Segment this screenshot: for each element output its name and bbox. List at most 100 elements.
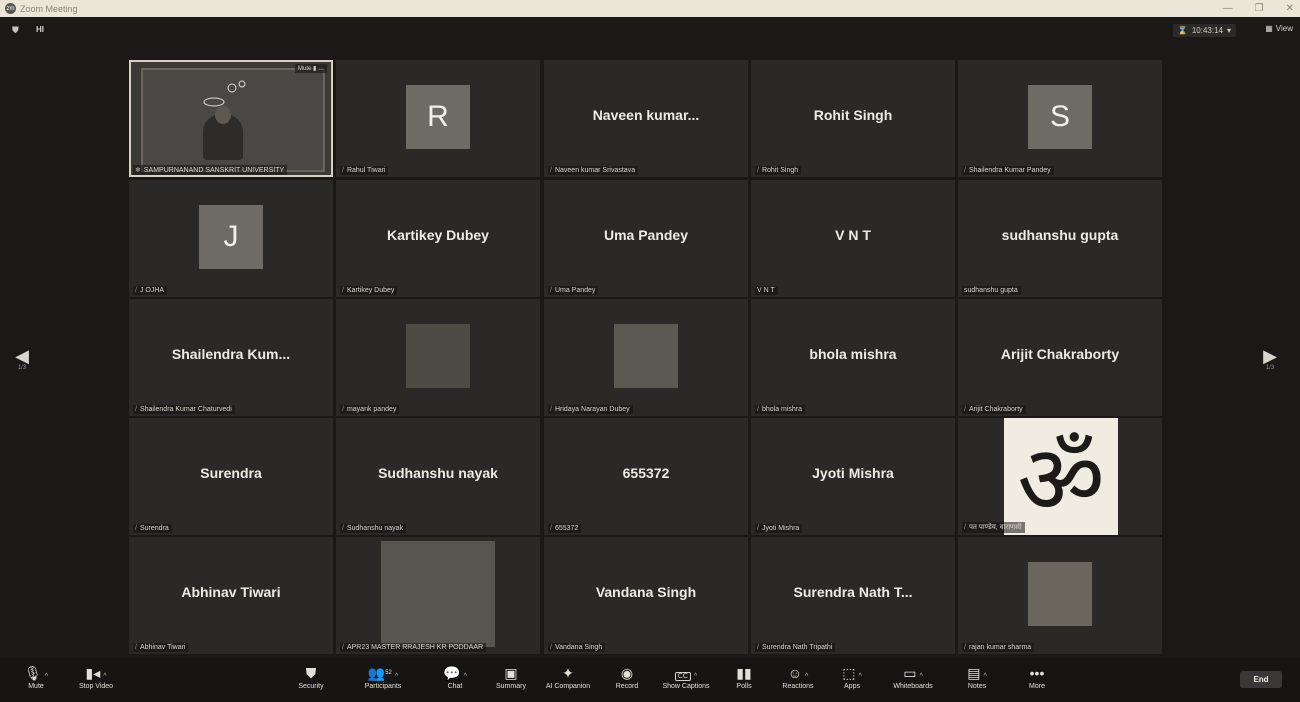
participant-tile[interactable]: Jyoti Mishra / Jyoti Mishra xyxy=(751,418,955,535)
timer-value: 10:43:14 xyxy=(1191,26,1223,35)
chevron-up-icon[interactable]: ^ xyxy=(858,673,861,680)
captions-icon: CC xyxy=(674,672,691,681)
participant-tile[interactable]: bhola mishra / bhola mishra xyxy=(751,299,955,416)
participant-tile[interactable]: J / J OJHA xyxy=(129,180,333,297)
participant-label: sudhanshu gupta xyxy=(962,286,1021,295)
stop-video-button[interactable]: ▮◂ ^ Stop Video xyxy=(66,663,126,690)
polls-icon: ▮▮ xyxy=(736,665,752,681)
show-captions-label: Show Captions xyxy=(662,683,710,690)
participant-label: / Surendra Nath Tripathi xyxy=(755,643,836,652)
show-captions-button[interactable]: CC ^ Show Captions xyxy=(656,663,716,690)
participant-tile[interactable]: S / Shailendra Kumar Pandey xyxy=(958,60,1162,177)
chevron-up-icon[interactable]: ^ xyxy=(983,673,986,680)
participant-tile[interactable]: ॐ / पत पाण्डेय, वाराणसी xyxy=(958,418,1162,535)
view-button[interactable]: ▦ View xyxy=(1265,24,1293,33)
meeting-timer[interactable]: ⌛ 10:43:14 ▾ xyxy=(1172,24,1236,37)
whiteboards-button[interactable]: ▭ ^ Whiteboards xyxy=(883,663,943,690)
muted-mic-icon: / xyxy=(342,525,344,532)
muted-mic-icon: / xyxy=(342,644,344,651)
minimize-icon[interactable]: — xyxy=(1223,3,1233,14)
participant-name-display: Kartikey Dubey xyxy=(387,227,489,243)
chevron-up-icon[interactable]: ^ xyxy=(464,673,467,680)
participant-tile[interactable]: Sudhanshu nayak / Sudhanshu nayak xyxy=(336,418,540,535)
summary-button[interactable]: ▣ Summary xyxy=(481,663,541,690)
participant-name-display: Surendra xyxy=(200,465,262,481)
encryption-shield-icon[interactable]: ⛊ xyxy=(12,25,21,35)
participant-avatar: S xyxy=(1028,85,1092,149)
participant-label: / APR23 MASTER RRAJESH KR PODDAAR xyxy=(340,643,487,652)
apps-button[interactable]: ⬚ ^ Apps xyxy=(822,663,882,690)
participant-tile[interactable]: / rajan kumar sharma xyxy=(958,537,1162,654)
participant-label-text: Surendra Nath Tripathi xyxy=(761,644,833,651)
notes-icon: ▤ xyxy=(967,665,981,681)
participant-name-display: Arijit Chakraborty xyxy=(1000,346,1120,362)
chevron-up-icon[interactable]: ^ xyxy=(694,673,697,680)
participant-name-display: Jyoti Mishra xyxy=(812,465,894,481)
participant-label-text: Uma Pandey xyxy=(554,287,596,294)
participants-button[interactable]: 👥52 ^ Participants xyxy=(353,663,413,690)
reactions-button[interactable]: ☺ ^ Reactions xyxy=(768,663,828,690)
mute-button[interactable]: 🎙 ^ Mute xyxy=(6,663,66,690)
participant-tile[interactable]: Abhinav Tiwari / Abhinav Tiwari xyxy=(129,537,333,654)
muted-mic-icon: / xyxy=(757,644,759,651)
participant-tile[interactable]: Vandana Singh / Vandana Singh xyxy=(544,537,748,654)
participant-photo xyxy=(1028,562,1092,626)
participant-label-text: Abhinav Tiwari xyxy=(139,644,186,651)
participant-tile[interactable]: Arijit Chakraborty / Arijit Chakraborty xyxy=(958,299,1162,416)
more-button[interactable]: ••• More xyxy=(1007,663,1067,690)
participant-tile[interactable]: Surendra / Surendra xyxy=(129,418,333,535)
chevron-up-icon[interactable]: ^ xyxy=(45,673,48,680)
participant-tile[interactable]: / mayank pandey xyxy=(336,299,540,416)
ai-companion-button[interactable]: ✦ AI Companion xyxy=(538,663,598,690)
participant-tile[interactable]: / APR23 MASTER RRAJESH KR PODDAAR xyxy=(336,537,540,654)
chat-icon: 💬 xyxy=(443,665,461,681)
participant-tile[interactable]: / Hridaya Narayan Dubey xyxy=(544,299,748,416)
chevron-up-icon[interactable]: ^ xyxy=(103,673,106,680)
muted-mic-icon: / xyxy=(550,287,552,294)
chevron-up-icon[interactable]: ^ xyxy=(395,673,398,680)
participant-tile[interactable]: Uma Pandey / Uma Pandey xyxy=(544,180,748,297)
participant-label-text: Shailendra Kumar Pandey xyxy=(968,167,1051,174)
meeting-info-badge[interactable]: HI xyxy=(36,25,44,34)
muted-mic-icon: / xyxy=(342,167,344,174)
chevron-up-icon[interactable]: ^ xyxy=(919,673,922,680)
participant-tile[interactable]: Kartikey Dubey / Kartikey Dubey xyxy=(336,180,540,297)
muted-mic-icon: / xyxy=(135,644,137,651)
chevron-up-icon[interactable]: ^ xyxy=(805,673,808,680)
notes-button[interactable]: ▤ ^ Notes xyxy=(947,663,1007,690)
participant-tile[interactable]: V N T V N T xyxy=(751,180,955,297)
participant-tile[interactable]: Shailendra Kum... / Shailendra Kumar Chatu… xyxy=(129,299,333,416)
end-meeting-button[interactable]: End xyxy=(1240,671,1282,688)
mute-label: Mute xyxy=(28,683,44,690)
participant-tile[interactable]: Rohit Singh / Rohit Singh xyxy=(751,60,955,177)
participant-avatar: J xyxy=(199,205,263,269)
chat-label: Chat xyxy=(447,683,463,690)
participant-tile[interactable]: R / Rahul Tiwari xyxy=(336,60,540,177)
participant-label: /655372 xyxy=(548,524,582,533)
record-button[interactable]: ◉ Record xyxy=(597,663,657,690)
next-page-button[interactable]: ▶ 1/3 xyxy=(1262,347,1278,371)
participant-tile[interactable]: Naveen kumar... / Naveen kumar Srivastava xyxy=(544,60,748,177)
mute-chip[interactable]: Mute ▮ … xyxy=(295,64,327,73)
previous-page-button[interactable]: ◀ 1/3 xyxy=(14,347,30,371)
participant-tile[interactable]: Surendra Nath T... / Surendra Nath Tripath… xyxy=(751,537,955,654)
muted-mic-icon: / xyxy=(964,524,966,531)
close-icon[interactable]: ✕ xyxy=(1286,3,1294,14)
security-button[interactable]: ⛊ Security xyxy=(281,663,341,690)
participant-photo xyxy=(614,324,678,388)
restore-icon[interactable]: ❐ xyxy=(1255,3,1264,14)
participant-label: / Rohit Singh xyxy=(755,166,802,175)
participant-tile[interactable]: sudhanshu gupta sudhanshu gupta xyxy=(958,180,1162,297)
record-label: Record xyxy=(615,683,639,690)
polls-button[interactable]: ▮▮ Polls xyxy=(714,663,774,690)
participant-name-display: Rohit Singh xyxy=(813,107,893,123)
participant-name-display: bhola mishra xyxy=(809,346,897,362)
participant-tile[interactable]: 655372/655372 xyxy=(544,418,748,535)
window-controls: — ❐ ✕ xyxy=(1223,0,1294,17)
self-video-tile[interactable]: Mute ▮ … ✱ SAMPURNANAND SANSKRIT UNIVERSI… xyxy=(129,60,333,177)
participant-label: / J OJHA xyxy=(133,286,168,295)
participant-label-text: Rohit Singh xyxy=(761,167,799,174)
reactions-label: Reactions xyxy=(782,683,814,690)
chat-button[interactable]: 💬 ^ Chat xyxy=(425,663,485,690)
muted-mic-icon: / xyxy=(757,525,759,532)
